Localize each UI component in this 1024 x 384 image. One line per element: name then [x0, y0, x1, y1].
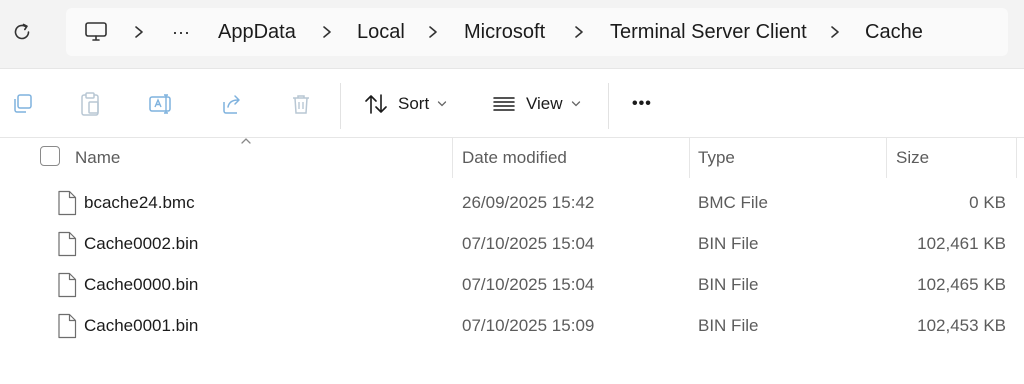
- computer-icon: [85, 22, 107, 41]
- file-name: bcache24.bmc: [84, 193, 195, 212]
- share-icon: [223, 95, 240, 114]
- breadcrumb-item-cache[interactable]: Cache: [865, 8, 923, 56]
- file-row[interactable]: Cache0002.bin 07/10/2025 15:04 BIN File …: [0, 223, 1024, 264]
- command-bar: Sort View •••: [0, 68, 1024, 138]
- sort-label: Sort: [398, 94, 430, 113]
- file-size: 0 KB: [969, 193, 1006, 212]
- breadcrumb[interactable]: ··· AppData Local Microsoft Terminal Ser…: [66, 8, 1008, 56]
- file-icon: [58, 231, 77, 257]
- file-size: 102,461 KB: [917, 234, 1006, 253]
- column-header-size[interactable]: Size: [896, 148, 929, 168]
- refresh-button[interactable]: [10, 20, 34, 44]
- file-date: 26/09/2025 15:42: [462, 193, 595, 212]
- file-date: 07/10/2025 15:09: [462, 316, 595, 335]
- column-divider[interactable]: [1016, 138, 1017, 178]
- file-type: BIN File: [698, 275, 759, 294]
- copy-icon: [14, 94, 32, 113]
- file-date: 07/10/2025 15:04: [462, 234, 595, 253]
- sort-icon: [365, 94, 387, 114]
- file-date: 07/10/2025 15:04: [462, 275, 595, 294]
- share-button[interactable]: [219, 91, 245, 117]
- file-row[interactable]: Cache0001.bin 07/10/2025 15:09 BIN File …: [0, 305, 1024, 346]
- chevron-right-icon: [134, 8, 144, 56]
- rename-button[interactable]: [148, 91, 174, 117]
- breadcrumb-item-terminal-server-client[interactable]: Terminal Server Client: [610, 8, 807, 56]
- select-all-checkbox[interactable]: [40, 146, 60, 166]
- toolbar-divider: [340, 83, 341, 129]
- file-row[interactable]: Cache0000.bin 07/10/2025 15:04 BIN File …: [0, 264, 1024, 305]
- this-pc-button[interactable]: [84, 8, 108, 56]
- delete-button[interactable]: [288, 91, 314, 117]
- more-options-button[interactable]: •••: [632, 87, 652, 121]
- trash-icon: [293, 95, 309, 114]
- file-type: BMC File: [698, 193, 768, 212]
- column-header-date[interactable]: Date modified: [462, 148, 567, 168]
- column-divider[interactable]: [886, 138, 887, 178]
- paste-icon: [81, 92, 99, 116]
- file-icon: [58, 313, 77, 339]
- chevron-right-icon: [428, 8, 438, 56]
- file-icon: [58, 190, 77, 216]
- refresh-icon: [14, 23, 30, 40]
- view-button[interactable]: View: [492, 87, 581, 121]
- file-size: 102,453 KB: [917, 316, 1006, 335]
- chevron-down-icon: [571, 101, 580, 107]
- column-divider[interactable]: [452, 138, 453, 178]
- toolbar-divider: [608, 83, 609, 129]
- paste-button[interactable]: [77, 91, 103, 117]
- column-header-type[interactable]: Type: [698, 148, 735, 168]
- address-bar-area: ··· AppData Local Microsoft Terminal Ser…: [0, 0, 1024, 68]
- chevron-right-icon: [574, 8, 584, 56]
- breadcrumb-item-appdata[interactable]: AppData: [218, 8, 296, 56]
- column-divider[interactable]: [689, 138, 690, 178]
- file-icon: [58, 272, 77, 298]
- breadcrumb-overflow-button[interactable]: ···: [172, 8, 190, 56]
- file-type: BIN File: [698, 316, 759, 335]
- view-label: View: [526, 94, 563, 113]
- copy-button[interactable]: [9, 91, 35, 117]
- file-type: BIN File: [698, 234, 759, 253]
- file-name: Cache0001.bin: [84, 316, 199, 335]
- breadcrumb-item-local[interactable]: Local: [357, 8, 405, 56]
- column-header: Name Date modified Type Size: [0, 138, 1024, 178]
- rename-icon: [149, 94, 171, 114]
- column-header-name[interactable]: Name: [75, 148, 120, 168]
- chevron-down-icon: [438, 101, 447, 107]
- view-list-icon: [493, 97, 515, 111]
- breadcrumb-item-microsoft[interactable]: Microsoft: [464, 8, 545, 56]
- file-name: Cache0000.bin: [84, 275, 199, 294]
- chevron-right-icon: [830, 8, 840, 56]
- file-name: Cache0002.bin: [84, 234, 199, 253]
- sort-button[interactable]: Sort: [364, 87, 447, 121]
- chevron-right-icon: [322, 8, 332, 56]
- file-size: 102,465 KB: [917, 275, 1006, 294]
- file-row[interactable]: bcache24.bmc 26/09/2025 15:42 BMC File 0…: [0, 182, 1024, 223]
